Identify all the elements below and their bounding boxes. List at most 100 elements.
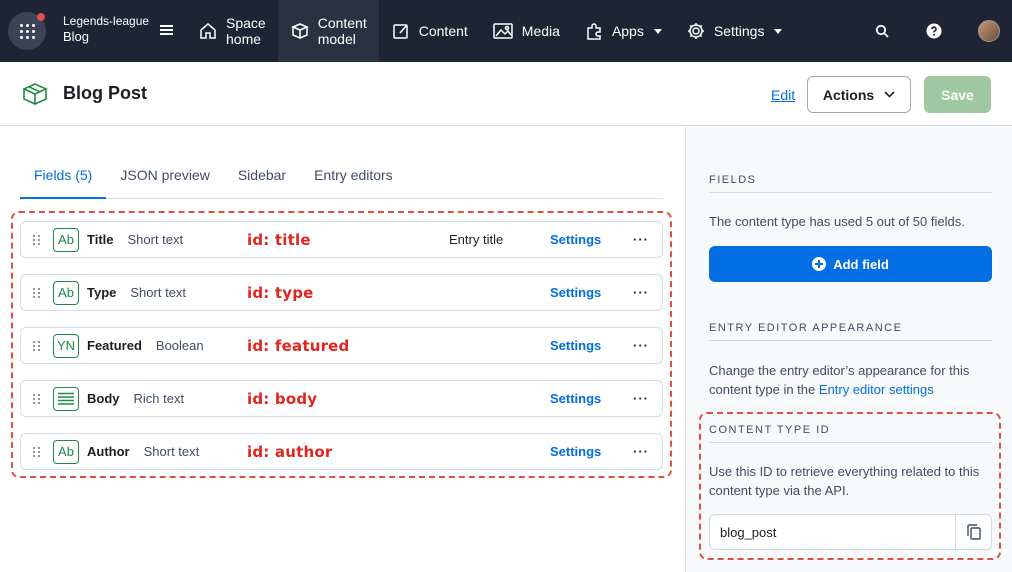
nav-apps-label: Apps — [611, 23, 644, 39]
entry-editor-settings-link[interactable]: Entry editor settings — [819, 382, 934, 397]
add-field-label: Add field — [833, 256, 889, 272]
copy-icon — [966, 524, 981, 540]
more-options-icon[interactable]: ··· — [633, 338, 649, 353]
chevron-down-icon — [884, 91, 895, 98]
edit-link[interactable]: Edit — [771, 87, 795, 103]
field-row-body[interactable]: Body Rich text id: body Settings ··· — [20, 380, 663, 417]
nav-content-model-line1: Content — [317, 15, 367, 31]
tab-json-preview[interactable]: JSON preview — [106, 156, 223, 199]
field-type: Short text — [127, 232, 184, 247]
field-name: Title — [87, 232, 114, 247]
media-icon — [493, 23, 513, 39]
field-id-annotation: id: title — [247, 230, 311, 249]
field-type: Rich text — [133, 391, 185, 406]
more-options-icon[interactable]: ··· — [633, 444, 649, 459]
nav-space-home[interactable]: Space home — [186, 0, 278, 62]
drag-handle-icon[interactable] — [33, 446, 41, 457]
main-content: Fields (5) JSON preview Sidebar Entry ed… — [0, 127, 685, 572]
nav-content-model[interactable]: Content model — [277, 0, 379, 62]
more-options-icon[interactable]: ··· — [633, 232, 649, 247]
field-type: Boolean — [155, 338, 204, 353]
field-id-annotation: id: type — [247, 283, 314, 302]
field-id-annotation: id: author — [247, 442, 333, 461]
save-button[interactable]: Save — [924, 76, 991, 113]
field-settings-link[interactable]: Settings — [550, 285, 601, 300]
boolean-icon: YN — [53, 333, 79, 358]
help-button[interactable] — [908, 0, 960, 62]
right-sidebar: FIELDS The content type has used 5 out o… — [685, 127, 1012, 572]
short-text-icon: Ab — [53, 227, 79, 252]
content-type-icon — [22, 82, 48, 105]
tab-sidebar[interactable]: Sidebar — [224, 156, 300, 199]
apps-icon — [587, 23, 601, 40]
actions-button[interactable]: Actions — [807, 76, 911, 113]
fields-section-title: FIELDS — [709, 174, 992, 193]
home-icon — [200, 23, 216, 39]
hamburger-menu-icon[interactable] — [160, 25, 173, 35]
entry-title-badge: Entry title — [449, 232, 504, 247]
nav-content-label: Content — [418, 23, 468, 39]
notification-dot-icon — [37, 13, 45, 21]
field-name: Type — [87, 285, 117, 300]
nav-space-home-line1: Space — [226, 15, 266, 31]
rich-text-icon — [53, 386, 79, 411]
nav-space-home-line2: home — [226, 31, 262, 47]
app-launcher[interactable] — [0, 0, 54, 62]
gear-icon — [687, 23, 704, 39]
short-text-icon: Ab — [53, 439, 79, 464]
chevron-down-icon — [653, 28, 662, 34]
drag-handle-icon[interactable] — [33, 340, 41, 351]
tab-bar: Fields (5) JSON preview Sidebar Entry ed… — [20, 156, 663, 199]
field-id-annotation: id: featured — [247, 336, 350, 355]
field-id-annotation: id: body — [247, 389, 318, 408]
plus-circle-icon — [812, 257, 827, 271]
nav-media-label: Media — [521, 23, 560, 39]
drag-handle-icon[interactable] — [33, 393, 41, 404]
avatar[interactable] — [978, 20, 1000, 42]
page-header: Blog Post Edit Actions Save — [0, 62, 1012, 126]
content-type-id-section-title: CONTENT TYPE ID — [709, 424, 992, 443]
field-settings-link[interactable]: Settings — [550, 338, 601, 353]
space-switcher[interactable]: Legends-league Blog — [54, 0, 186, 62]
nav-content-model-line2: model — [317, 31, 356, 47]
app-launcher-icon[interactable] — [8, 12, 46, 50]
field-row-type[interactable]: Ab Type Short text id: type Settings ··· — [20, 274, 663, 311]
content-type-id-text: Use this ID to retrieve everything relat… — [709, 464, 980, 498]
more-options-icon[interactable]: ··· — [633, 391, 649, 406]
field-name: Body — [87, 391, 120, 406]
chevron-down-icon — [774, 28, 783, 34]
more-options-icon[interactable]: ··· — [633, 285, 649, 300]
actions-button-label: Actions — [822, 86, 875, 103]
appearance-text: Change the entry editor’s appearance for… — [709, 361, 989, 399]
field-row-featured[interactable]: YN Featured Boolean id: featured Setting… — [20, 327, 663, 364]
nav-media[interactable]: Media — [480, 0, 572, 62]
field-name: Author — [87, 444, 130, 459]
drag-handle-icon[interactable] — [33, 234, 41, 245]
nav-settings-label: Settings — [713, 23, 765, 39]
page-title: Blog Post — [63, 83, 147, 103]
search-button[interactable] — [856, 0, 908, 62]
nav-apps[interactable]: Apps — [572, 0, 674, 62]
add-field-button[interactable]: Add field — [709, 246, 992, 282]
tab-entry-editors[interactable]: Entry editors — [300, 156, 407, 199]
field-row-title[interactable]: Ab Title Short text id: title Entry titl… — [20, 221, 663, 258]
field-settings-link[interactable]: Settings — [550, 232, 601, 247]
tab-fields[interactable]: Fields (5) — [20, 156, 107, 199]
field-settings-link[interactable]: Settings — [550, 444, 601, 459]
content-model-icon — [290, 23, 309, 40]
field-type: Short text — [130, 285, 187, 300]
drag-handle-icon[interactable] — [33, 287, 41, 298]
top-navigation: Legends-league Blog Space home Content mod… — [0, 0, 1012, 62]
field-type: Short text — [143, 444, 200, 459]
nav-settings[interactable]: Settings — [674, 0, 795, 62]
nav-content[interactable]: Content — [379, 0, 480, 62]
field-settings-link[interactable]: Settings — [550, 391, 601, 406]
content-type-id-field[interactable]: blog_post — [709, 514, 992, 550]
field-name: Featured — [87, 338, 142, 353]
content-type-id-value[interactable]: blog_post — [710, 525, 955, 540]
help-icon — [926, 23, 942, 39]
field-row-author[interactable]: Ab Author Short text id: author Settings… — [20, 433, 663, 470]
copy-button[interactable] — [955, 515, 991, 549]
content-icon — [393, 24, 408, 39]
short-text-icon: Ab — [53, 280, 79, 305]
